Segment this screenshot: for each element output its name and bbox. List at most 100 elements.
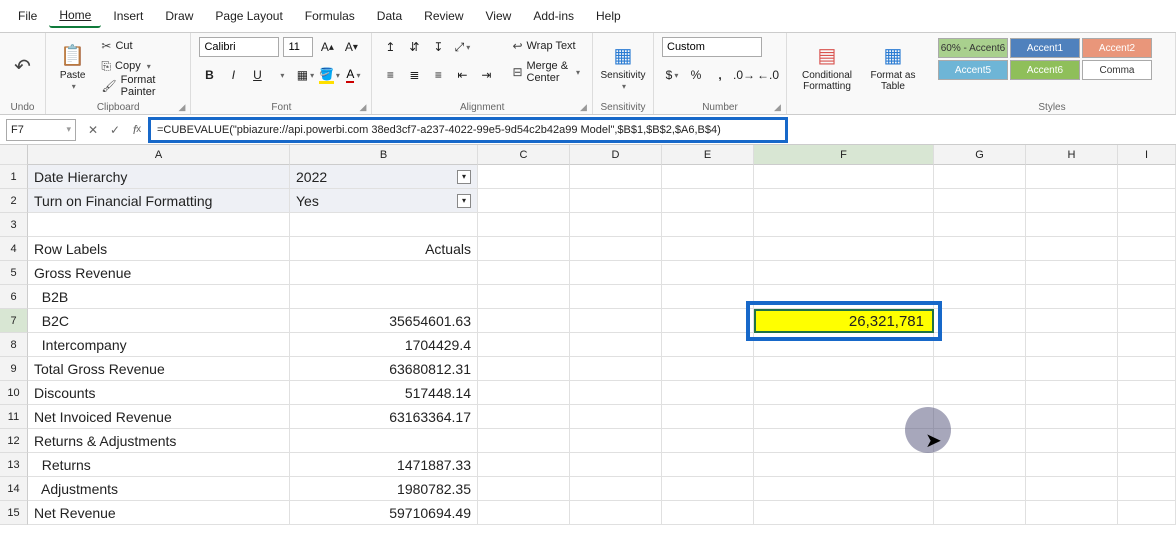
cell-b9[interactable]: 63680812.31 (290, 357, 478, 381)
cell-a5[interactable]: Gross Revenue (28, 261, 290, 285)
formula-bar[interactable]: =CUBEVALUE("pbiazure://api.powerbi.com 3… (148, 117, 788, 143)
cell-f14[interactable] (754, 477, 934, 501)
cut-button[interactable]: ✂Cut (97, 37, 182, 55)
cell-a10[interactable]: Discounts (28, 381, 290, 405)
cell-e13[interactable] (662, 453, 754, 477)
cell-b7[interactable]: 35654601.63 (290, 309, 478, 333)
row-header-11[interactable]: 11 (0, 405, 28, 429)
align-top-button[interactable]: ↥ (380, 37, 400, 57)
cell-d11[interactable] (570, 405, 662, 429)
cell-h8[interactable] (1026, 333, 1118, 357)
style-accent5[interactable]: Accent5 (938, 60, 1008, 80)
wrap-text-button[interactable]: ↩Wrap Text (508, 37, 584, 55)
sensitivity-dropdown[interactable] (620, 81, 626, 92)
cell-b15[interactable]: 59710694.49 (290, 501, 478, 525)
cell-b6[interactable] (290, 285, 478, 309)
cell-d3[interactable] (570, 213, 662, 237)
cell-g10[interactable] (934, 381, 1026, 405)
filter-icon[interactable]: ▾ (457, 194, 471, 208)
decrease-decimal-button[interactable]: ←.0 (758, 65, 778, 85)
cell-e4[interactable] (662, 237, 754, 261)
italic-button[interactable]: I (223, 65, 243, 85)
style-accent6[interactable]: Accent6 (1010, 60, 1080, 80)
cell-g2[interactable] (934, 189, 1026, 213)
cell-f4[interactable] (754, 237, 934, 261)
cell-g8[interactable] (934, 333, 1026, 357)
cell-g9[interactable] (934, 357, 1026, 381)
cell-e10[interactable] (662, 381, 754, 405)
cell-a1[interactable]: Date Hierarchy (28, 165, 290, 189)
cell-g7[interactable] (934, 309, 1026, 333)
column-header-b[interactable]: B (290, 145, 478, 165)
align-right-button[interactable]: ≡ (428, 65, 448, 85)
column-header-f[interactable]: F (754, 145, 934, 165)
copy-dropdown[interactable] (145, 60, 151, 72)
cell-e1[interactable] (662, 165, 754, 189)
chevron-down-icon[interactable]: ▾ (66, 124, 71, 135)
merge-center-button[interactable]: ⊟Merge & Center (508, 63, 584, 81)
menu-data[interactable]: Data (367, 5, 412, 27)
increase-decimal-button[interactable]: .0→ (734, 65, 754, 85)
menu-file[interactable]: File (8, 5, 47, 27)
menu-review[interactable]: Review (414, 5, 473, 27)
enter-formula-button[interactable]: ✓ (104, 119, 126, 141)
cell-i8[interactable] (1118, 333, 1176, 357)
cell-e11[interactable] (662, 405, 754, 429)
format-as-table-button[interactable]: ▦ Format as Table (865, 37, 921, 97)
cell-c3[interactable] (478, 213, 570, 237)
cell-e15[interactable] (662, 501, 754, 525)
cell-d7[interactable] (570, 309, 662, 333)
cell-b12[interactable] (290, 429, 478, 453)
cell-d8[interactable] (570, 333, 662, 357)
cell-a8[interactable]: Intercompany (28, 333, 290, 357)
cell-b2[interactable]: Yes▾ (290, 189, 478, 213)
cell-d6[interactable] (570, 285, 662, 309)
cell-h10[interactable] (1026, 381, 1118, 405)
cell-c11[interactable] (478, 405, 570, 429)
paste-dropdown[interactable] (70, 81, 76, 92)
cell-h5[interactable] (1026, 261, 1118, 285)
font-color-button[interactable]: A (343, 65, 363, 85)
accounting-format-button[interactable]: $ (662, 65, 682, 85)
cell-e8[interactable] (662, 333, 754, 357)
row-header-1[interactable]: 1 (0, 165, 28, 189)
align-left-button[interactable]: ≡ (380, 65, 400, 85)
row-header-7[interactable]: 7 (0, 309, 28, 333)
increase-font-button[interactable]: A▴ (317, 37, 337, 57)
row-header-12[interactable]: 12 (0, 429, 28, 453)
column-header-i[interactable]: I (1118, 145, 1176, 165)
cell-d15[interactable] (570, 501, 662, 525)
cell-b5[interactable] (290, 261, 478, 285)
row-header-5[interactable]: 5 (0, 261, 28, 285)
orientation-button[interactable]: ⤢ (452, 37, 472, 57)
row-header-6[interactable]: 6 (0, 285, 28, 309)
cell-e2[interactable] (662, 189, 754, 213)
cell-a4[interactable]: Row Labels (28, 237, 290, 261)
cell-d10[interactable] (570, 381, 662, 405)
percent-format-button[interactable]: % (686, 65, 706, 85)
clipboard-dialog-launcher[interactable]: ◢ (178, 102, 188, 112)
cell-f3[interactable] (754, 213, 934, 237)
row-header-10[interactable]: 10 (0, 381, 28, 405)
cell-g13[interactable] (934, 453, 1026, 477)
cell-g11[interactable] (934, 405, 1026, 429)
cell-a13[interactable]: Returns (28, 453, 290, 477)
cell-g3[interactable] (934, 213, 1026, 237)
cell-h7[interactable] (1026, 309, 1118, 333)
cell-a14[interactable]: Adjustments (28, 477, 290, 501)
cell-c4[interactable] (478, 237, 570, 261)
filter-icon[interactable]: ▾ (457, 170, 471, 184)
column-header-c[interactable]: C (478, 145, 570, 165)
cell-i11[interactable] (1118, 405, 1176, 429)
cell-h15[interactable] (1026, 501, 1118, 525)
border-button[interactable]: ▦ (295, 65, 315, 85)
cell-c10[interactable] (478, 381, 570, 405)
alignment-dialog-launcher[interactable]: ◢ (580, 102, 590, 112)
number-format-select[interactable] (662, 37, 762, 57)
row-header-4[interactable]: 4 (0, 237, 28, 261)
cell-f2[interactable] (754, 189, 934, 213)
cell-b1[interactable]: 2022▾ (290, 165, 478, 189)
row-header-9[interactable]: 9 (0, 357, 28, 381)
menu-draw[interactable]: Draw (155, 5, 203, 27)
cell-d4[interactable] (570, 237, 662, 261)
